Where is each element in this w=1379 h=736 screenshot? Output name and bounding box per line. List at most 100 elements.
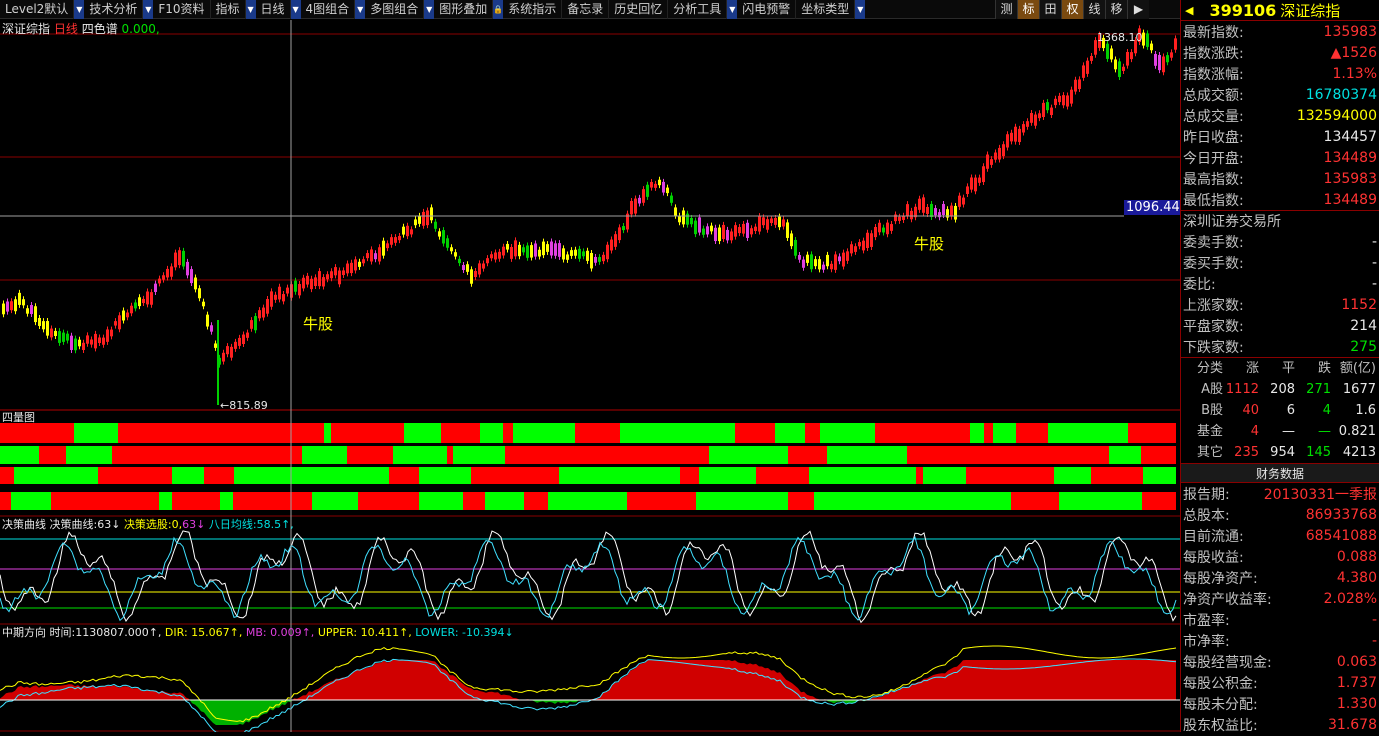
quantity-bar bbox=[575, 423, 590, 443]
candle-body bbox=[682, 210, 685, 225]
chart-period[interactable]: 日线 bbox=[54, 22, 78, 36]
chevron-down-icon[interactable]: ▼ bbox=[290, 0, 301, 19]
measure-button[interactable]: 测 bbox=[995, 0, 1017, 19]
quote-row: 今日开盘: 134489 bbox=[1181, 147, 1379, 168]
tb-f10[interactable]: F10资料 bbox=[153, 0, 211, 19]
candle-body bbox=[1014, 126, 1017, 142]
candle-body bbox=[710, 225, 713, 232]
candle-body bbox=[486, 258, 489, 264]
candle-body bbox=[1050, 107, 1053, 115]
finance-value: 68541088 bbox=[1305, 527, 1377, 544]
tb-4chart[interactable]: 4图组合 bbox=[301, 0, 356, 19]
sidebar-header: ◀ 399106 深证综指 bbox=[1181, 0, 1379, 21]
quote-value: 134457 bbox=[1323, 128, 1377, 145]
chevron-down-icon[interactable]: ▼ bbox=[855, 0, 866, 19]
quantity-bar bbox=[864, 423, 875, 443]
candle-body bbox=[438, 231, 441, 237]
candle-body bbox=[690, 217, 693, 225]
quote-label: 昨日收盘: bbox=[1183, 129, 1244, 146]
order-value: 1152 bbox=[1341, 296, 1377, 313]
quantity-bar bbox=[51, 492, 86, 510]
market-cell: — bbox=[1318, 424, 1331, 439]
quantity-bar bbox=[234, 467, 259, 484]
tb-tech[interactable]: 技术分析 bbox=[84, 0, 144, 19]
quote-list: 最新指数: 135983 指数涨跌: ▲1526 指数涨幅: 1.13% 总成交额: 1678… bbox=[1181, 21, 1379, 210]
candle-body bbox=[106, 329, 109, 342]
tb-memo[interactable]: 备忘录 bbox=[562, 0, 610, 19]
candle-body bbox=[514, 240, 517, 257]
rights-button[interactable]: 权 bbox=[1061, 0, 1083, 19]
quantity-bar bbox=[735, 423, 775, 443]
finance-title[interactable]: 财务数据 bbox=[1181, 463, 1379, 483]
tb-multichart[interactable]: 多图组合 bbox=[365, 0, 425, 19]
tb-alert[interactable]: 闪电预警 bbox=[737, 0, 797, 19]
tb-daily[interactable]: 日线 bbox=[256, 0, 291, 19]
quantity-bar bbox=[216, 467, 234, 484]
candle-body bbox=[738, 227, 741, 234]
chevron-down-icon[interactable]: ▼ bbox=[424, 0, 435, 19]
chevron-down-icon[interactable]: ▼ bbox=[355, 0, 366, 19]
candle-body bbox=[674, 207, 677, 216]
quantity-bar bbox=[400, 446, 422, 464]
candle-body bbox=[890, 224, 893, 231]
candle-body bbox=[22, 299, 25, 306]
chevron-down-icon[interactable]: ▼ bbox=[143, 0, 154, 19]
candle-body bbox=[874, 226, 877, 238]
candle-body bbox=[1110, 48, 1113, 60]
quantity-bar bbox=[318, 492, 335, 510]
market-header-cell: 分类 bbox=[1196, 361, 1223, 376]
tb-axis[interactable]: 坐标类型 bbox=[796, 0, 856, 19]
candle-body bbox=[50, 328, 53, 338]
quantity-bar bbox=[1155, 492, 1176, 510]
candle-body bbox=[606, 244, 609, 260]
candle-body bbox=[278, 286, 281, 300]
order-label: 委卖手数: bbox=[1183, 234, 1244, 251]
line-button[interactable]: 线 bbox=[1083, 0, 1105, 19]
candle-body bbox=[790, 233, 793, 247]
quote-value: ▲1526 bbox=[1330, 44, 1377, 61]
tb-history[interactable]: 历史回忆 bbox=[609, 0, 669, 19]
arrow-left-icon[interactable]: ◀ bbox=[1185, 4, 1193, 17]
crosshair-price: 1096.44 bbox=[1124, 200, 1182, 215]
mark-button[interactable]: 标 bbox=[1017, 0, 1039, 19]
finance-row: 市净率: - bbox=[1181, 630, 1379, 651]
grid-icon[interactable]: 田 bbox=[1039, 0, 1061, 19]
market-cell: 271 bbox=[1306, 382, 1331, 397]
move-button[interactable]: 移 bbox=[1105, 0, 1127, 19]
quantity-bar bbox=[852, 446, 907, 464]
tb-indicator[interactable]: 指标 bbox=[211, 0, 246, 19]
chart-area[interactable]: 深证综指 日线 四色谱 0.000, 1368.10 ←815.89 1096.… bbox=[0, 20, 1182, 735]
candle-body bbox=[918, 198, 921, 210]
candle-body bbox=[854, 246, 857, 252]
finance-value: 86933768 bbox=[1305, 506, 1377, 523]
chevron-down-icon[interactable]: ▼ bbox=[727, 0, 738, 19]
quantity-bar bbox=[606, 423, 620, 443]
quote-value: 1.13% bbox=[1332, 65, 1377, 82]
chevron-down-icon[interactable]: ▼ bbox=[74, 0, 85, 19]
finance-row: 每股经营现金: 0.063 bbox=[1181, 651, 1379, 672]
tb-overlay[interactable]: 图形叠加 bbox=[434, 0, 494, 19]
chevron-down-icon[interactable]: ▼ bbox=[245, 0, 256, 19]
quantity-bar bbox=[447, 467, 471, 484]
candle-body bbox=[1122, 66, 1125, 71]
quantity-bar bbox=[1011, 446, 1047, 464]
candle-body bbox=[926, 207, 929, 214]
tb-level2[interactable]: Level2默认 bbox=[0, 0, 75, 19]
quantity-bar bbox=[936, 492, 979, 510]
tb-sysind[interactable]: 系统指示 bbox=[503, 0, 563, 19]
quantity-bar bbox=[916, 467, 923, 484]
quantity-bar bbox=[923, 423, 970, 443]
play-icon[interactable]: ▶ bbox=[1127, 0, 1149, 19]
candle-body bbox=[490, 254, 493, 259]
order-label: 委买手数: bbox=[1183, 255, 1244, 272]
quantity-bar bbox=[118, 423, 130, 443]
quantity-bar bbox=[404, 423, 441, 443]
quantity-bar bbox=[800, 446, 827, 464]
quantity-bar bbox=[534, 446, 565, 464]
candle-body bbox=[570, 250, 573, 256]
lock-icon[interactable]: 🔒 bbox=[493, 0, 504, 19]
quantity-bar bbox=[172, 492, 204, 510]
candle-body bbox=[634, 198, 637, 214]
quote-label: 今日开盘: bbox=[1183, 150, 1244, 167]
tb-tools[interactable]: 分析工具 bbox=[668, 0, 728, 19]
